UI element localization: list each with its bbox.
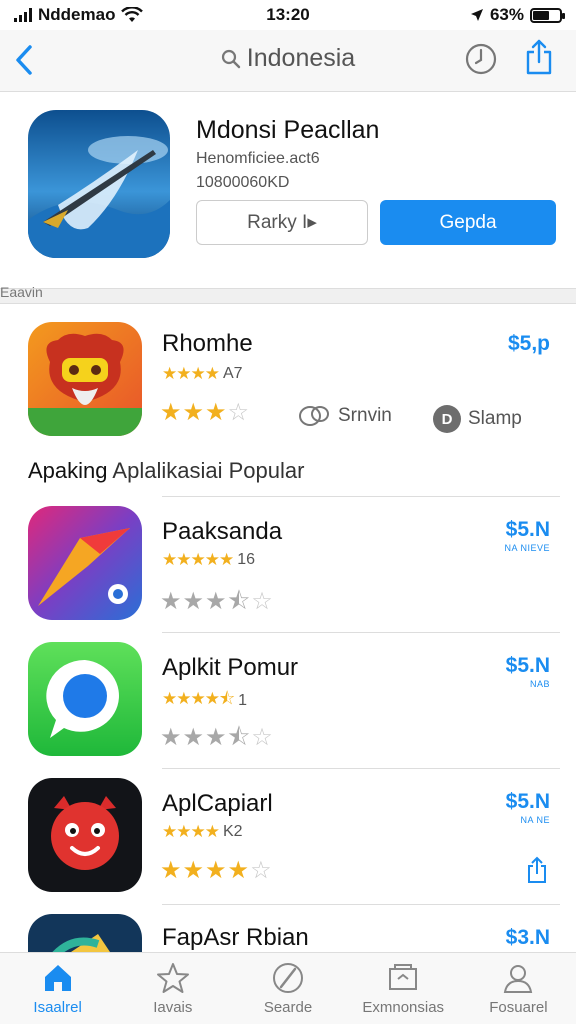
- top-app-row[interactable]: Rhomhe ★★★★ A7 ★★★☆ $5,p Srnvin D Slamp: [0, 304, 576, 454]
- divider: [162, 632, 560, 633]
- link-icon: [299, 406, 329, 426]
- account-icon: [504, 965, 533, 993]
- divider: [162, 768, 560, 769]
- tab-categories[interactable]: Exmnonsias: [346, 953, 461, 1024]
- app-icon[interactable]: [28, 778, 142, 892]
- tab-account[interactable]: Fosuarel: [461, 953, 576, 1024]
- app-price[interactable]: $5.N: [506, 518, 550, 542]
- app-list-item[interactable]: Aplkit Pomur ★★★★⯪ 1 ★★★⯪☆ $5.N NAB: [0, 634, 576, 768]
- carrier-label: Nddemao: [38, 5, 116, 24]
- tab-label: Exmnonsias: [362, 999, 445, 1016]
- share-icon[interactable]: [524, 38, 554, 76]
- tab-favorites[interactable]: Iavais: [115, 953, 230, 1024]
- app-name: AplCapiarl: [162, 790, 273, 817]
- tab-search[interactable]: Searde: [230, 953, 345, 1024]
- top-app-rating-small: ★★★★ A7: [162, 364, 243, 383]
- featured-secondary-button[interactable]: Rarky I▸: [196, 200, 368, 245]
- featured-app-meta: 10800060KD: [196, 174, 290, 191]
- badge-d-icon: D: [433, 405, 461, 433]
- signal-icon: [14, 8, 32, 22]
- history-clock-icon[interactable]: [464, 42, 498, 76]
- app-list-item[interactable]: FapAsr Rbian $3.N: [0, 906, 576, 952]
- app-list-item[interactable]: Paaksanda ★★★★★ 16 ★★★⯪☆ $5.N NA NIEVE: [0, 498, 576, 632]
- app-name: Paaksanda: [162, 518, 283, 545]
- location-arrow-icon: [470, 9, 483, 21]
- tab-home[interactable]: Isaalrel: [0, 953, 115, 1024]
- divider: [162, 904, 560, 905]
- section-divider: Eaavin: [0, 284, 576, 304]
- divider: [162, 496, 560, 497]
- featured-get-button[interactable]: Gepda: [380, 200, 556, 245]
- featured-app-title: Mdonsi Peacllan: [196, 116, 380, 144]
- app-icon[interactable]: [28, 914, 142, 952]
- rating-stars-small: ★★★★: [162, 364, 220, 383]
- tab-label: Searde: [263, 999, 313, 1016]
- app-price-note: NA NE: [520, 815, 550, 825]
- search-icon: [273, 963, 303, 993]
- app-rating-small: ★★★★ K2: [162, 822, 243, 841]
- app-icon[interactable]: [28, 642, 142, 756]
- share-icon[interactable]: [526, 856, 548, 884]
- app-rating-stars: ★★★★☆: [160, 857, 273, 884]
- app-name: Aplkit Pomur: [162, 654, 299, 681]
- section-label: Eaavin: [0, 284, 43, 300]
- app-rating-small: ★★★★⯪ 1: [162, 689, 247, 709]
- tab-label: Isaalrel: [33, 999, 82, 1016]
- status-bar: Nddemao 13:20 63%: [0, 0, 576, 30]
- tab-label: Fosuarel: [489, 999, 548, 1016]
- app-rating-small: ★★★★★ 16: [162, 550, 255, 569]
- popular-heading: Apaking Aplalikasiai Popular: [28, 458, 305, 483]
- battery-percent: 63%: [489, 5, 524, 24]
- featured-app-developer: Henomficiee.act6: [196, 150, 320, 167]
- top-app-chip-2[interactable]: D Slamp: [432, 404, 522, 434]
- app-rating-stars: ★★★⯪☆: [160, 724, 274, 751]
- wifi-icon: [121, 7, 144, 22]
- top-app-price[interactable]: $5,p: [508, 332, 550, 356]
- battery-icon: [530, 7, 565, 23]
- svg-text:D: D: [442, 411, 453, 428]
- app-list-item[interactable]: AplCapiarl ★★★★ K2 ★★★★☆ $5.N NA NE: [0, 770, 576, 904]
- top-app-chip-1[interactable]: Srnvin: [298, 404, 392, 428]
- app-price[interactable]: $5.N: [506, 790, 550, 814]
- app-price[interactable]: $5.N: [506, 654, 550, 678]
- tab-bar: Isaalrel Iavais Searde Exmnonsias Fosuar…: [0, 952, 576, 1024]
- app-rating-stars: ★★★⯪☆: [160, 588, 274, 615]
- home-icon: [44, 965, 71, 991]
- category-icon: [389, 964, 418, 990]
- featured-app-icon[interactable]: [28, 110, 170, 258]
- nav-bar: Indonesia: [0, 30, 576, 92]
- tab-label: Iavais: [153, 999, 193, 1016]
- top-app-rating-stars: ★★★☆: [160, 399, 251, 426]
- star-icon: [156, 963, 189, 993]
- status-time: 13:20: [266, 5, 310, 24]
- app-price-note: NA NIEVE: [504, 543, 550, 553]
- app-name: FapAsr Rbian: [162, 924, 309, 951]
- featured-app-card[interactable]: Mdonsi Peacllan Henomficiee.act6 1080006…: [0, 92, 576, 288]
- app-price[interactable]: $3.N: [506, 926, 550, 950]
- app-icon[interactable]: [28, 506, 142, 620]
- app-price-note: NAB: [529, 679, 550, 689]
- top-app-name: Rhomhe: [162, 330, 253, 357]
- search-icon: [221, 49, 240, 68]
- top-app-icon[interactable]: [28, 322, 142, 436]
